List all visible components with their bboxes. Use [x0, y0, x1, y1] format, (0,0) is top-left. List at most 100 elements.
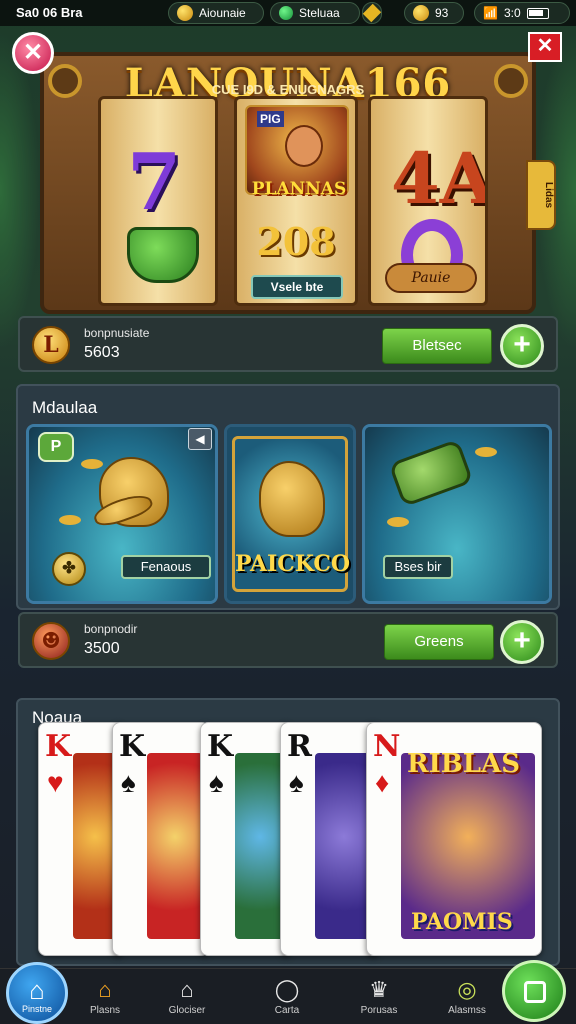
balance-value: 5603 — [84, 344, 120, 361]
tile-center-label: PAICKCO — [235, 551, 351, 577]
add-coins-button[interactable]: + — [500, 324, 544, 368]
card-rank: K — [45, 729, 72, 764]
home-label: Pinstne — [21, 1004, 53, 1014]
coin-icon — [413, 5, 429, 21]
nav-item-carta[interactable]: ◯ Carta — [252, 969, 322, 1024]
reel-center[interactable]: PIG PLANNAS 208 Vsele bte — [234, 96, 358, 306]
jungle-left-decor — [0, 30, 40, 350]
mission-tile-center-frame[interactable]: PAICKCO — [232, 436, 351, 592]
player-name: Aiounaie — [199, 6, 246, 20]
gems-pill[interactable]: Steluaa — [270, 2, 360, 24]
tile-chip-badge[interactable]: P — [38, 432, 74, 462]
nav-label: Porusas — [360, 1005, 398, 1016]
system-pill: 📶 3:0 — [474, 2, 570, 24]
slot-side-tab[interactable]: Lidas — [526, 160, 556, 230]
home-outline-icon: ⌂ — [180, 977, 194, 1002]
hero-face-icon — [285, 125, 323, 167]
signal-icon: 📶 — [483, 6, 498, 20]
card-art — [147, 753, 203, 939]
close-button[interactable]: ✕ — [528, 32, 562, 62]
coins-value: 93 — [435, 6, 449, 20]
fish-icon — [475, 447, 497, 457]
gems-label: Steluaa — [299, 6, 340, 20]
card-suit: ♦ — [375, 767, 390, 798]
hero-avatar-icon: ☻ — [32, 622, 70, 660]
nav-item-plasns[interactable]: ⌂ Plasns — [70, 969, 140, 1024]
card-suit: ♥ — [47, 767, 64, 798]
home-button[interactable]: ⌂ Pinstne — [6, 962, 68, 1024]
signal-text: 3:0 — [503, 6, 521, 20]
close-round-button[interactable]: ✕ — [12, 32, 54, 74]
reel-right[interactable]: 4A Pauie — [368, 96, 488, 306]
player-pill[interactable]: Aiounaie — [168, 2, 264, 24]
balance-label: bonpnusiate — [84, 326, 150, 340]
avatar — [177, 5, 193, 21]
playing-card-featured[interactable]: N ♦ RIBLAS PAOMIS — [366, 722, 542, 956]
reel-right-letter: 4A — [391, 137, 485, 220]
reel-left[interactable]: 7 — [98, 96, 218, 306]
bottom-nav: ⌂ Plasns ⌂ Glociser ◯ Carta ♛ Porusas ◎ … — [0, 968, 576, 1024]
fish-icon — [59, 515, 81, 525]
card-rank: K — [207, 729, 234, 764]
reel-center-hero: PIG PLANNAS — [245, 105, 349, 199]
nav-label: Carta — [274, 1005, 300, 1016]
playing-card[interactable]: K ♠ — [112, 722, 210, 956]
home-icon: ⌂ — [29, 975, 45, 1005]
nav-item-glociser[interactable]: ⌂ Glociser — [152, 969, 222, 1024]
crown-icon: ♛ — [369, 977, 389, 1002]
balance-bar-primary: L bonpnusiate 5603 Bletsec + — [18, 316, 558, 372]
tile-left-label: Fenaous — [121, 555, 211, 579]
card-suit: ♠ — [121, 767, 136, 798]
nav-label: Plasns — [89, 1005, 120, 1016]
nav-item-alasmss[interactable]: ◎ Alasmss — [432, 969, 502, 1024]
reel-center-number: 208 — [256, 219, 336, 264]
playing-card[interactable]: R ♠ — [280, 722, 380, 956]
reel-center-tag: PIG — [257, 111, 284, 127]
reel-center-name: PLANNAS — [251, 179, 347, 199]
reel-left-cup-icon — [127, 227, 199, 283]
card-rank: R — [287, 729, 312, 764]
add-greens-button[interactable]: + — [500, 620, 544, 664]
slot-machine[interactable]: LANOUNA166 CUE I9D & ENUGNAGRS 7 PIG PLA… — [40, 52, 536, 314]
coins-pill[interactable]: 93 — [404, 2, 464, 24]
golden-beast-icon — [259, 461, 325, 537]
diamond-icon — [362, 3, 382, 23]
play-round-button[interactable] — [502, 960, 566, 1022]
card-rank: N — [373, 729, 401, 764]
nav-item-porusas[interactable]: ♛ Porusas — [344, 969, 414, 1024]
gem-icon — [279, 6, 293, 20]
featured-card-title: RIBLAS — [407, 749, 520, 779]
fish-icon — [387, 517, 409, 527]
balance-bar-secondary: ☻ bonpnodir 3500 Greens + — [18, 612, 558, 668]
square-icon — [524, 981, 546, 1003]
balance-value: 3500 — [84, 640, 120, 657]
featured-card-bottom: PAOMIS — [411, 909, 513, 935]
card-art — [235, 753, 285, 939]
select-button[interactable]: Bletsec — [382, 328, 492, 364]
card-art — [315, 753, 373, 939]
nav-label: Alasmss — [448, 1005, 486, 1016]
nav-label: Glociser — [168, 1005, 206, 1016]
card-suit: ♠ — [209, 767, 224, 798]
card-rank: K — [119, 729, 146, 764]
shop-pill[interactable] — [362, 2, 382, 24]
fish-icon — [81, 459, 103, 469]
slot-subtitle: CUE I9D & ENUGNAGRS — [211, 82, 365, 97]
balance-label: bonpnodir — [84, 622, 138, 636]
clover-coin-icon: ✤ — [52, 552, 86, 586]
status-bar: Sa0 06 Bra Aiounaie Steluaa 93 📶 3:0 — [0, 0, 576, 26]
battery-icon — [526, 7, 549, 19]
playing-card[interactable]: K ♠ — [200, 722, 292, 956]
balance-coin-icon: L — [32, 326, 70, 364]
card-art — [73, 753, 117, 939]
reel-left-seven: 7 — [127, 137, 182, 228]
greens-button[interactable]: Greens — [384, 624, 494, 660]
flag-icon[interactable]: ◀ — [188, 428, 212, 450]
reel-center-label: Vsele bte — [251, 275, 343, 299]
reel-right-plate: Pauie — [385, 263, 477, 293]
circle-icon: ◯ — [274, 977, 300, 1002]
card-suit: ♠ — [289, 767, 304, 798]
tile-right-label: Bses bir — [383, 555, 453, 579]
target-icon: ◎ — [457, 977, 477, 1002]
house-icon: ⌂ — [98, 977, 112, 1002]
